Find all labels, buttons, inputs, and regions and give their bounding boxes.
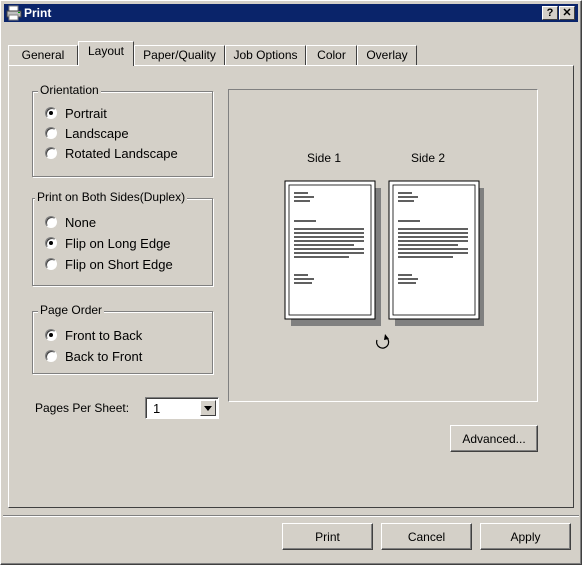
radio-button[interactable]: [45, 350, 57, 362]
radio-flip-long-edge[interactable]: Flip on Long Edge: [45, 234, 171, 252]
radio-button-checked[interactable]: [45, 329, 57, 341]
radio-button[interactable]: [45, 216, 57, 228]
radio-label: Rotated Landscape: [65, 145, 178, 161]
title-bar: Print ? ✕: [4, 4, 578, 22]
pages-per-sheet-value: 1: [153, 401, 161, 416]
close-button[interactable]: ✕: [559, 6, 575, 20]
radio-portrait[interactable]: Portrait: [45, 104, 107, 122]
cancel-button[interactable]: Cancel: [381, 523, 472, 550]
orientation-legend: Orientation: [38, 83, 101, 97]
pages-per-sheet-select[interactable]: 1: [145, 397, 219, 419]
duplex-legend: Print on Both Sides(Duplex): [35, 190, 188, 204]
radio-button[interactable]: [45, 258, 57, 270]
tab-general[interactable]: General: [8, 45, 78, 65]
radio-label: None: [65, 214, 97, 230]
tab-job-options[interactable]: Job Options: [225, 45, 306, 65]
preview-pages: [284, 180, 484, 326]
duplex-preview: Side 1 Side 2: [228, 89, 538, 402]
window-title: Print: [24, 6, 52, 20]
side1-label: Side 1: [307, 151, 342, 165]
side2-label: Side 2: [411, 151, 446, 165]
pages-per-sheet-label: Pages Per Sheet:: [35, 401, 130, 415]
duplex-group: Print on Both Sides(Duplex) None Flip on…: [32, 190, 213, 286]
page-side2: [388, 180, 484, 326]
rotate-arrow-icon: [376, 334, 390, 349]
radio-button-checked[interactable]: [45, 107, 57, 119]
radio-button[interactable]: [45, 127, 57, 139]
advanced-button[interactable]: Advanced...: [450, 425, 538, 452]
page-order-group: Page Order Front to Back Back to Front: [32, 303, 213, 374]
radio-flip-short-edge[interactable]: Flip on Short Edge: [45, 255, 173, 273]
radio-label: Flip on Short Edge: [65, 256, 173, 272]
page-side1: [284, 180, 381, 326]
radio-label: Portrait: [65, 105, 107, 121]
radio-label: Flip on Long Edge: [65, 235, 171, 251]
apply-button[interactable]: Apply: [480, 523, 571, 550]
radio-label: Landscape: [65, 125, 129, 141]
dropdown-arrow-icon[interactable]: [200, 400, 216, 416]
tab-color[interactable]: Color: [306, 45, 357, 65]
radio-label: Back to Front: [65, 348, 143, 364]
radio-back-to-front[interactable]: Back to Front: [45, 347, 142, 365]
radio-front-to-back[interactable]: Front to Back: [45, 326, 142, 344]
print-button[interactable]: Print: [282, 523, 373, 550]
radio-label: Front to Back: [65, 327, 143, 343]
radio-button-checked[interactable]: [45, 237, 57, 249]
printer-icon: [6, 5, 22, 21]
radio-rotated-landscape[interactable]: Rotated Landscape: [45, 144, 178, 162]
tab-overlay[interactable]: Overlay: [357, 45, 417, 65]
radio-duplex-none[interactable]: None: [45, 213, 96, 231]
orientation-group: Orientation Portrait Landscape Rotated L…: [32, 83, 213, 177]
tab-layout[interactable]: Layout: [78, 41, 134, 66]
footer-divider: [3, 515, 579, 517]
print-dialog: Print ? ✕ General Layout Paper/Quality J…: [0, 0, 582, 565]
radio-landscape[interactable]: Landscape: [45, 124, 129, 142]
radio-button[interactable]: [45, 147, 57, 159]
help-button[interactable]: ?: [542, 6, 558, 20]
page-order-legend: Page Order: [38, 303, 105, 317]
tab-paper-quality[interactable]: Paper/Quality: [134, 45, 225, 65]
